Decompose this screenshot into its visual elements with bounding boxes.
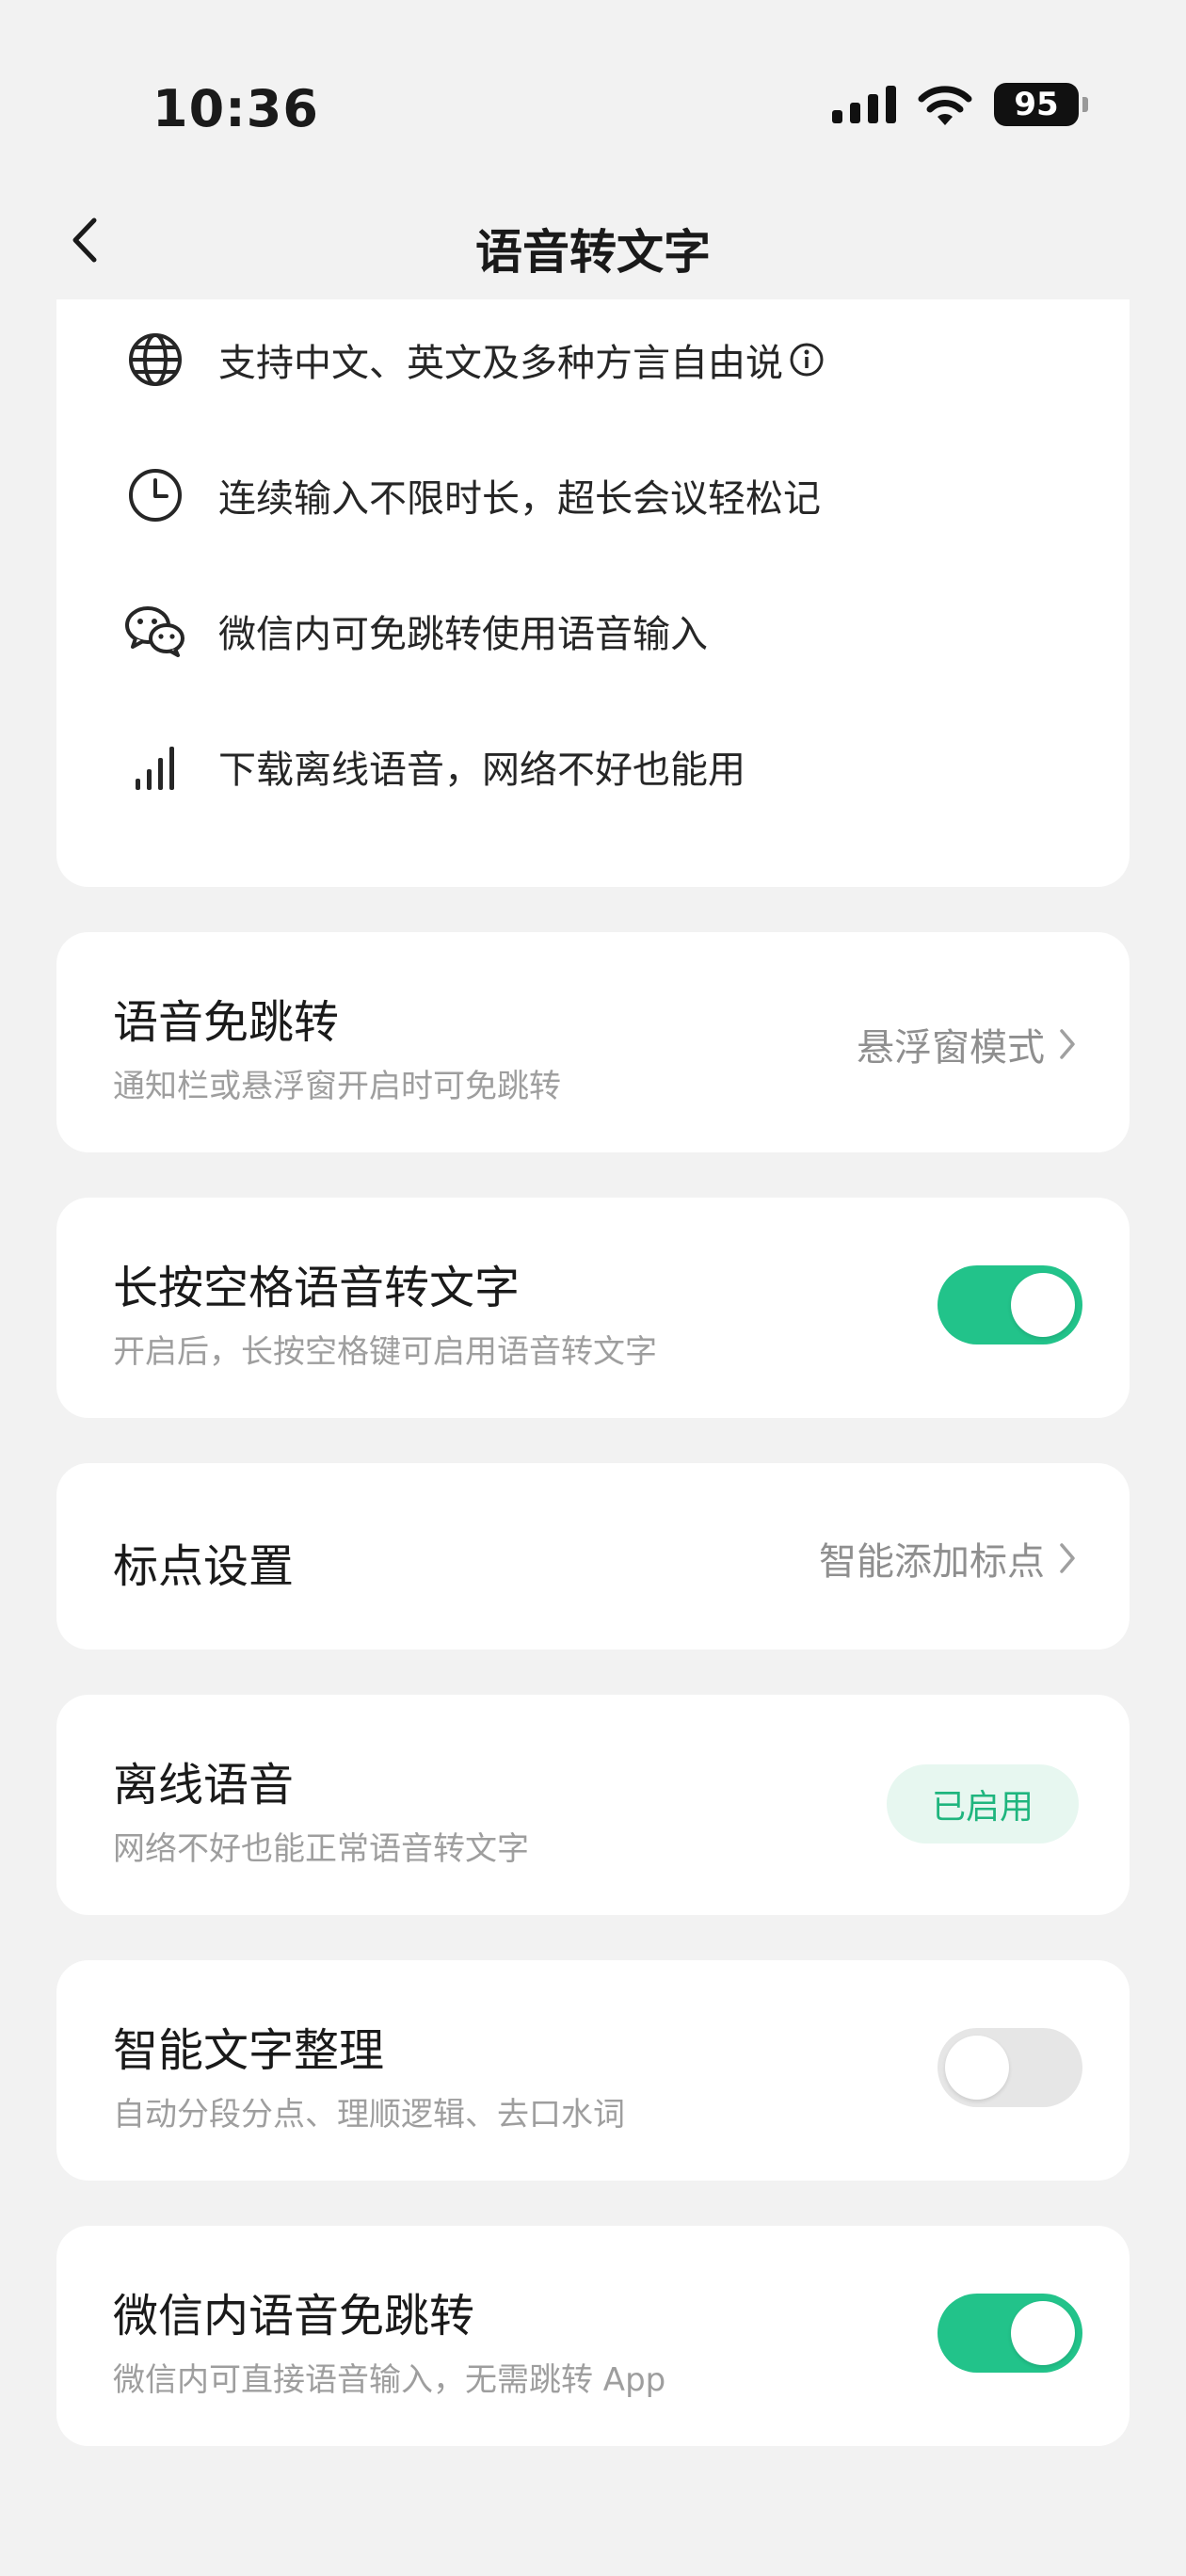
setting-offline-voice[interactable]: 离线语音 网络不好也能正常语音转文字 已启用 — [56, 1695, 1130, 1915]
battery-nub — [1082, 97, 1088, 112]
setting-subtitle: 开启后，长按空格键可启用语音转文字 — [113, 1333, 657, 1371]
toggle-knob — [945, 2036, 1009, 2100]
setting-wechat-voice: 微信内语音免跳转 微信内可直接语音输入，无需跳转 App — [56, 2226, 1130, 2446]
chevron-right-icon — [1058, 1541, 1077, 1575]
clock-icon — [124, 464, 186, 526]
setting-subtitle: 自动分段分点、理顺逻辑、去口水词 — [113, 2096, 625, 2133]
cellular-signal-icon — [832, 86, 896, 123]
feature-text: 连续输入不限时长，超长会议轻松记 — [218, 477, 821, 521]
setting-title: 长按空格语音转文字 — [113, 1262, 521, 1314]
battery-level: 95 — [1014, 86, 1059, 123]
chevron-right-icon — [1058, 1027, 1077, 1061]
signal-bars-icon — [124, 735, 186, 797]
setting-punctuation[interactable]: 标点设置 智能添加标点 — [56, 1463, 1130, 1650]
wechat-icon — [124, 600, 186, 662]
battery-indicator: 95 — [994, 83, 1079, 126]
setting-long-press-space: 长按空格语音转文字 开启后，长按空格键可启用语音转文字 — [56, 1198, 1130, 1418]
setting-subtitle: 网络不好也能正常语音转文字 — [113, 1830, 529, 1868]
setting-title: 语音免跳转 — [113, 996, 340, 1049]
setting-title: 离线语音 — [113, 1759, 295, 1811]
status-bar: 10:36 95 — [0, 0, 1186, 188]
setting-title: 标点设置 — [113, 1540, 295, 1593]
wifi-icon — [918, 86, 972, 125]
setting-title: 微信内语音免跳转 — [113, 2290, 475, 2343]
setting-title: 智能文字整理 — [113, 2024, 385, 2077]
feature-item-offline: 下载离线语音，网络不好也能用 — [124, 729, 745, 804]
feature-text: 支持中文、英文及多种方言自由说 — [218, 342, 783, 385]
feature-item-dialects: 支持中文、英文及多种方言自由说 — [124, 322, 825, 397]
setting-value: 悬浮窗模式 — [857, 1017, 1077, 1071]
status-icons: 95 — [832, 83, 1088, 126]
setting-value-text: 智能添加标点 — [819, 1540, 1045, 1584]
toggle-knob — [1011, 1273, 1075, 1337]
status-badge: 已启用 — [887, 1764, 1079, 1843]
feature-text: 下载离线语音，网络不好也能用 — [218, 749, 745, 792]
page-title: 语音转文字 — [475, 225, 711, 280]
setting-subtitle: 微信内可直接语音输入，无需跳转 App — [113, 2361, 666, 2399]
setting-smart-text: 智能文字整理 自动分段分点、理顺逻辑、去口水词 — [56, 1960, 1130, 2181]
feature-card: 支持中文、英文及多种方言自由说 连续输入不限时长，超长会议轻松记 微信内可免跳转… — [56, 299, 1130, 887]
status-time: 10:36 — [152, 79, 319, 138]
setting-subtitle: 通知栏或悬浮窗开启时可免跳转 — [113, 1068, 561, 1105]
feature-item-wechat: 微信内可免跳转使用语音输入 — [124, 593, 708, 668]
globe-icon — [124, 329, 186, 391]
nav-bar: 语音转文字 — [0, 188, 1186, 292]
setting-value: 智能添加标点 — [819, 1531, 1077, 1586]
setting-voice-no-jump[interactable]: 语音免跳转 通知栏或悬浮窗开启时可免跳转 悬浮窗模式 — [56, 932, 1130, 1152]
feature-text: 微信内可免跳转使用语音输入 — [218, 613, 708, 656]
wechat-voice-toggle[interactable] — [938, 2294, 1082, 2373]
long-press-space-toggle[interactable] — [938, 1265, 1082, 1344]
smart-text-toggle[interactable] — [938, 2028, 1082, 2107]
feature-item-duration: 连续输入不限时长，超长会议轻松记 — [124, 458, 821, 533]
setting-value-text: 悬浮窗模式 — [857, 1026, 1045, 1070]
toggle-knob — [1011, 2301, 1075, 2365]
info-icon[interactable] — [789, 342, 825, 378]
